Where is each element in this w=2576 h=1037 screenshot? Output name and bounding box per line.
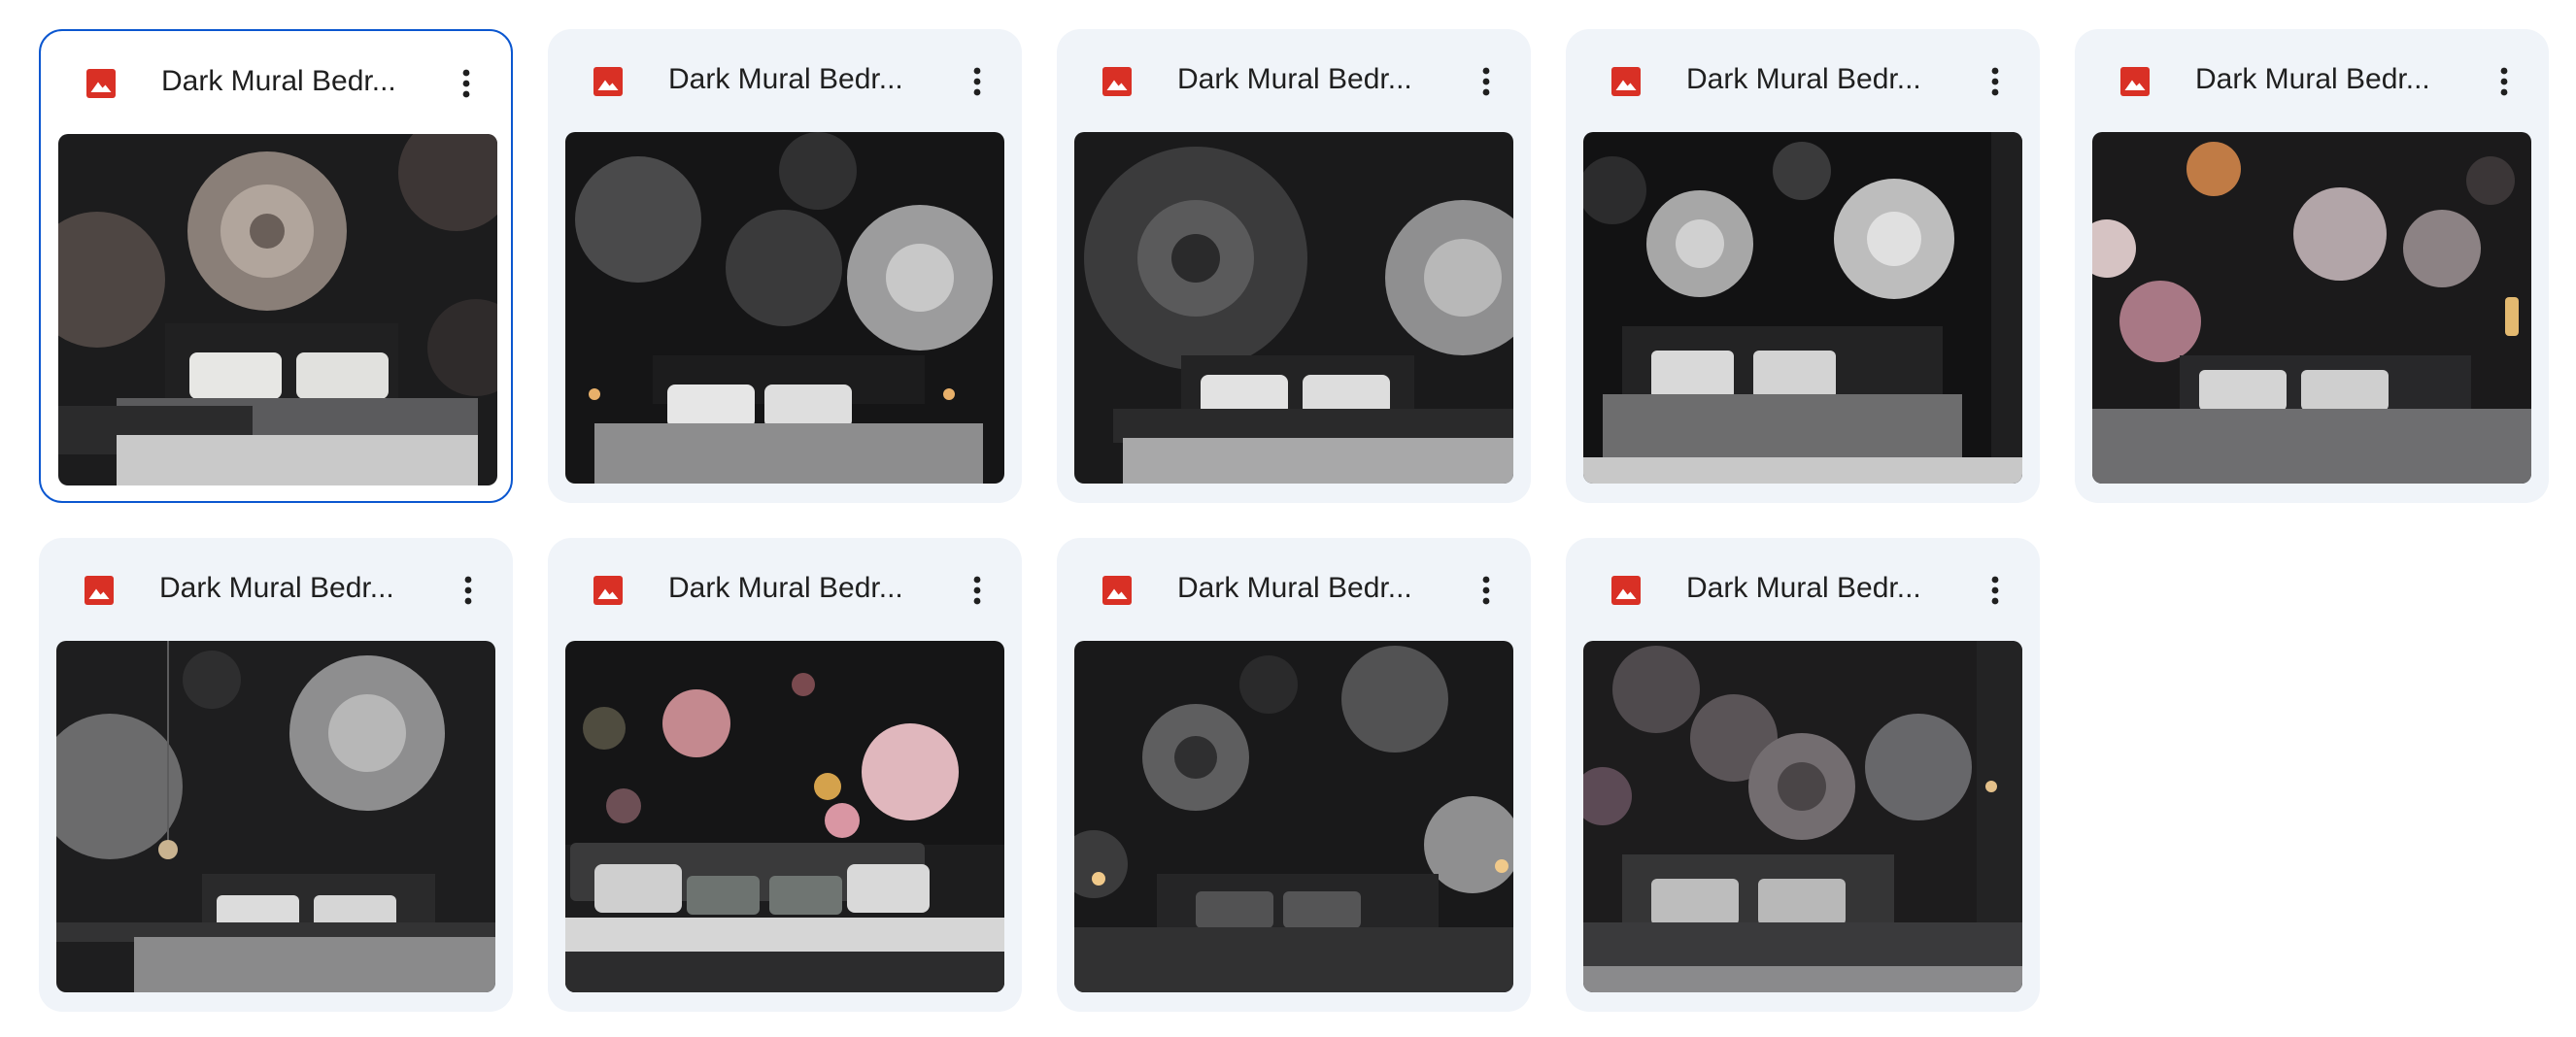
image-thumbnail	[1583, 641, 2022, 992]
file-card[interactable]: Dark Mural Bedr...	[2075, 29, 2549, 503]
image-thumbnail	[565, 132, 1004, 484]
more-vert-icon	[1991, 576, 1999, 605]
file-title: Dark Mural Bedr...	[2195, 63, 2430, 95]
file-title: Dark Mural Bedr...	[1686, 63, 1921, 95]
more-vert-icon	[973, 576, 981, 605]
file-title: Dark Mural Bedr...	[1686, 572, 1921, 604]
more-actions-button[interactable]	[443, 565, 493, 616]
file-card[interactable]: Dark Mural Bedr...	[548, 29, 1022, 503]
file-title: Dark Mural Bedr...	[1177, 572, 1412, 604]
file-card-header: Dark Mural Bedr...	[1566, 29, 2040, 130]
file-card[interactable]: Dark Mural Bedr...	[39, 29, 513, 503]
more-actions-button[interactable]	[952, 56, 1002, 107]
file-card[interactable]: Dark Mural Bedr...	[1057, 538, 1531, 1012]
file-title: Dark Mural Bedr...	[159, 572, 394, 604]
image-file-icon	[85, 576, 114, 605]
file-card[interactable]: Dark Mural Bedr...	[39, 538, 513, 1012]
image-file-icon	[1102, 67, 1132, 96]
image-thumbnail	[58, 134, 497, 485]
image-file-icon	[593, 67, 623, 96]
file-card-header: Dark Mural Bedr...	[1057, 29, 1531, 130]
file-card-header: Dark Mural Bedr...	[39, 538, 513, 639]
file-card[interactable]: Dark Mural Bedr...	[1057, 29, 1531, 503]
file-card[interactable]: Dark Mural Bedr...	[548, 538, 1022, 1012]
file-card[interactable]: Dark Mural Bedr...	[1566, 29, 2040, 503]
file-card-header: Dark Mural Bedr...	[41, 31, 511, 132]
file-title: Dark Mural Bedr...	[1177, 63, 1412, 95]
image-thumbnail	[2092, 132, 2531, 484]
more-vert-icon	[973, 67, 981, 96]
image-file-icon	[1611, 67, 1641, 96]
more-vert-icon	[1482, 67, 1490, 96]
more-actions-button[interactable]	[1461, 56, 1511, 107]
file-card-header: Dark Mural Bedr...	[548, 29, 1022, 130]
file-card-header: Dark Mural Bedr...	[1057, 538, 1531, 639]
image-file-icon	[1611, 576, 1641, 605]
image-thumbnail	[56, 641, 495, 992]
more-vert-icon	[462, 69, 470, 98]
file-title: Dark Mural Bedr...	[161, 65, 396, 97]
image-thumbnail	[1074, 641, 1513, 992]
more-vert-icon	[1991, 67, 1999, 96]
image-file-icon	[593, 576, 623, 605]
file-grid: Dark Mural Bedr... Dark Mural Bedr... Da…	[39, 29, 2549, 1012]
more-vert-icon	[1482, 576, 1490, 605]
more-vert-icon	[2500, 67, 2508, 96]
image-thumbnail	[1074, 132, 1513, 484]
image-file-icon	[2120, 67, 2150, 96]
more-actions-button[interactable]	[1970, 565, 2020, 616]
more-actions-button[interactable]	[1461, 565, 1511, 616]
more-vert-icon	[464, 576, 472, 605]
file-card-header: Dark Mural Bedr...	[548, 538, 1022, 639]
file-card[interactable]: Dark Mural Bedr...	[1566, 538, 2040, 1012]
image-file-icon	[1102, 576, 1132, 605]
file-title: Dark Mural Bedr...	[668, 572, 903, 604]
image-thumbnail	[565, 641, 1004, 992]
image-thumbnail	[1583, 132, 2022, 484]
more-actions-button[interactable]	[441, 58, 491, 109]
more-actions-button[interactable]	[2479, 56, 2529, 107]
file-card-header: Dark Mural Bedr...	[1566, 538, 2040, 639]
image-file-icon	[86, 69, 116, 98]
more-actions-button[interactable]	[952, 565, 1002, 616]
file-card-header: Dark Mural Bedr...	[2075, 29, 2549, 130]
more-actions-button[interactable]	[1970, 56, 2020, 107]
file-title: Dark Mural Bedr...	[668, 63, 903, 95]
